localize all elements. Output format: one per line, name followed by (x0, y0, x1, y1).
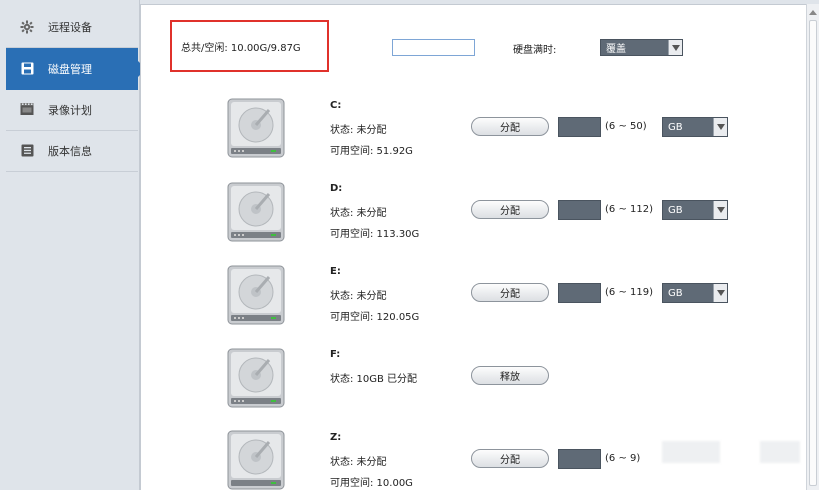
sidebar-item-label: 录像计划 (48, 103, 92, 117)
drive-status: 状态: 未分配 (330, 125, 387, 136)
chevron-down-icon (713, 118, 727, 136)
sidebar-item-remote-device[interactable]: 远程设备 (6, 6, 138, 48)
main-panel (140, 4, 806, 490)
size-input-d[interactable] (558, 200, 601, 220)
drive-status: 状态: 未分配 (330, 291, 387, 302)
unit-select-c[interactable]: GB (662, 117, 728, 137)
drive-name: Z: (330, 432, 342, 443)
vertical-scrollbar[interactable] (806, 4, 819, 490)
drive-free-space: 可用空间: 51.92G (330, 146, 413, 157)
film-icon (20, 103, 34, 117)
capacity-text: 总共/空闲: 10.00G/9.87G (181, 42, 301, 54)
scroll-thumb[interactable] (809, 20, 817, 486)
drive-name: D: (330, 183, 343, 194)
size-range: (6 ~ 9) (605, 453, 641, 464)
sidebar-item-label: 磁盘管理 (48, 62, 92, 76)
unit-select-value: GB (668, 287, 683, 299)
floppy-disk-icon (20, 62, 34, 76)
sidebar-item-record-plan[interactable]: 录像计划 (6, 89, 138, 131)
chevron-down-icon (713, 284, 727, 302)
sidebar-item-disk-management[interactable]: 磁盘管理 (6, 48, 146, 90)
size-range: (6 ~ 50) (605, 121, 647, 132)
unit-select-e[interactable]: GB (662, 283, 728, 303)
size-input-e[interactable] (558, 283, 601, 303)
sidebar-item-label: 远程设备 (48, 20, 92, 34)
list-icon (20, 144, 34, 158)
hard-drive-icon (227, 182, 285, 242)
drive-free-space: 可用空间: 120.05G (330, 312, 420, 323)
release-button-f[interactable]: 释放 (471, 366, 549, 385)
drive-name: E: (330, 266, 341, 277)
gear-icon (20, 20, 34, 34)
size-input-c[interactable] (558, 117, 601, 137)
chevron-down-icon (713, 201, 727, 219)
watermark-blur (760, 441, 800, 463)
sidebar: 远程设备 磁盘管理 录像计划 版本信息 (0, 0, 146, 490)
allocate-button-z[interactable]: 分配 (471, 449, 549, 468)
watermark-blur (662, 441, 720, 463)
disk-full-select-value: 覆盖 (606, 44, 626, 55)
hard-drive-icon (227, 98, 285, 158)
overflow-input[interactable] (392, 39, 475, 56)
allocate-button-e[interactable]: 分配 (471, 283, 549, 302)
drive-name: C: (330, 100, 342, 111)
hard-drive-icon (227, 348, 285, 408)
drive-status: 状态: 未分配 (330, 208, 387, 219)
allocate-button-d[interactable]: 分配 (471, 200, 549, 219)
unit-select-value: GB (668, 204, 683, 216)
allocate-button-c[interactable]: 分配 (471, 117, 549, 136)
drive-name: F: (330, 349, 341, 360)
disk-full-select[interactable]: 覆盖 (600, 39, 683, 56)
hard-drive-icon (227, 430, 285, 490)
drive-free-space: 可用空间: 113.30G (330, 229, 420, 240)
drive-free-space: 可用空间: 10.00G (330, 478, 413, 489)
size-input-z[interactable] (558, 449, 601, 469)
unit-select-value: GB (668, 121, 683, 133)
drive-status: 状态: 未分配 (330, 457, 387, 468)
size-range: (6 ~ 112) (605, 204, 653, 215)
drive-status: 状态: 10GB 已分配 (330, 374, 418, 385)
chevron-down-icon (668, 40, 682, 55)
hard-drive-icon (227, 265, 285, 325)
unit-select-d[interactable]: GB (662, 200, 728, 220)
scroll-up-icon[interactable] (809, 10, 817, 15)
sidebar-item-version-info[interactable]: 版本信息 (6, 130, 138, 172)
capacity-summary: 总共/空闲: 10.00G/9.87G (170, 20, 329, 72)
disk-full-label: 硬盘满时: (513, 45, 557, 56)
size-range: (6 ~ 119) (605, 287, 653, 298)
sidebar-item-label: 版本信息 (48, 144, 92, 158)
